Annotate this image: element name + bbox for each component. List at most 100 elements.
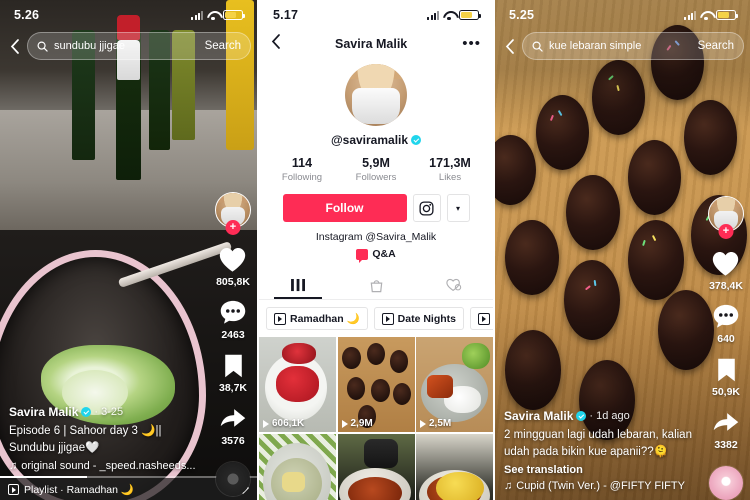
comment-count: 640 <box>717 333 735 345</box>
playlist-chip[interactable]: Date Nights <box>373 307 465 330</box>
search-query-text: kue lebaran simple <box>549 40 642 52</box>
grid-item[interactable]: 6,8M <box>337 433 415 500</box>
playlist-icon <box>381 312 394 325</box>
bookmark-icon <box>710 354 743 385</box>
qa-icon <box>356 248 369 263</box>
caption-text: Episode 6 | Sahoor day 3 🌙|| Sundubu jji… <box>9 425 162 454</box>
search-button[interactable]: Search <box>201 40 241 52</box>
share-count: 3382 <box>714 439 738 451</box>
music-disc[interactable] <box>709 466 743 500</box>
share-button[interactable]: 3576 <box>217 403 250 447</box>
music-row[interactable]: ♫ original sound - _speed.nasheeds... <box>9 460 199 472</box>
status-icons <box>684 10 738 21</box>
search-input[interactable]: kue lebaran simple Search <box>522 32 744 60</box>
profile-avatar[interactable] <box>345 64 407 126</box>
music-row[interactable]: ♫ Cupid (Twin Ver.) - @FIFTY FIFTY <box>504 480 692 492</box>
three-phone-screenshots: 5.26 sundubu jjigae Search + 805,8K 2463… <box>0 0 750 500</box>
qa-link[interactable]: Q&A <box>259 248 493 263</box>
post-date: · 3-25 <box>94 406 124 419</box>
caption-author-row[interactable]: Savira Malik · 1d ago <box>504 409 692 423</box>
grid-item[interactable]: 4,9M <box>416 433 493 500</box>
share-button[interactable]: 3382 <box>710 407 743 451</box>
playlist-chip[interactable]: Ramadhan 🌙 <box>266 307 368 330</box>
author-name: Savira Malik <box>504 409 574 424</box>
stat-followers[interactable]: 5,9M Followers <box>339 156 413 183</box>
status-time: 5.25 <box>509 8 535 22</box>
playlist-chip-label: Ramadhan 🌙 <box>290 313 360 325</box>
stat-likes[interactable]: 171,3M Likes <box>413 156 487 183</box>
followers-count: 5,9M <box>362 156 390 170</box>
music-disc[interactable] <box>216 462 250 496</box>
stat-following[interactable]: 114 Following <box>265 156 339 183</box>
tab-shop[interactable] <box>337 271 415 299</box>
post-date: · 1d ago <box>589 410 630 423</box>
status-bar: 5.25 <box>495 0 750 30</box>
grid-item[interactable]: 2,5M <box>416 337 493 432</box>
signal-icon <box>684 10 696 20</box>
creator-avatar[interactable]: + <box>215 192 251 235</box>
music-note-icon: ♫ <box>9 460 18 472</box>
wifi-icon <box>207 11 219 21</box>
search-input[interactable]: sundubu jjigae Search <box>27 32 251 60</box>
like-count: 805,8K <box>216 276 250 288</box>
wifi-icon <box>443 11 455 21</box>
tab-videos[interactable] <box>259 271 337 299</box>
grid-item[interactable]: 2,9M <box>337 337 415 432</box>
playlist-label: Playlist · Ramadhan 🌙 <box>24 483 134 496</box>
instagram-link[interactable]: Instagram @Savira_Malik <box>259 231 493 243</box>
verified-badge-icon <box>81 407 92 418</box>
action-rail: + 378,4K 640 50,9K 3382 <box>708 196 744 500</box>
back-chevron-icon[interactable] <box>271 34 280 54</box>
tab-liked[interactable] <box>415 271 493 299</box>
play-icon <box>263 419 269 428</box>
following-label: Following <box>281 172 323 183</box>
view-count: 2,9M <box>350 418 373 429</box>
more-options-icon[interactable]: ••• <box>462 36 481 51</box>
creator-avatar[interactable]: + <box>708 196 744 239</box>
instagram-button[interactable] <box>412 194 441 222</box>
grid-icon <box>290 278 305 291</box>
grid-item[interactable]: 2,5M <box>259 433 336 500</box>
video-grid: 606,1K 2,9M 2,5M <box>259 337 493 500</box>
profile-tabs <box>259 271 493 300</box>
search-query-text: sundubu jjigae <box>54 40 125 52</box>
follow-plus-button[interactable]: + <box>718 224 734 239</box>
bookmark-count: 50,9K <box>711 386 741 398</box>
playlist-chip[interactable]: March <box>470 307 493 330</box>
comment-button[interactable]: 640 <box>710 301 743 345</box>
signal-icon <box>191 10 203 20</box>
see-translation-link[interactable]: See translation <box>504 464 692 476</box>
liked-heart-icon <box>446 278 462 292</box>
shopping-bag-icon <box>370 279 382 292</box>
like-button[interactable]: 805,8K <box>216 244 250 288</box>
comment-button[interactable]: 2463 <box>217 297 250 341</box>
panel-video-left: 5.26 sundubu jjigae Search + 805,8K 2463… <box>0 0 257 500</box>
bookmark-button[interactable]: 50,9K <box>710 354 743 398</box>
grid-item[interactable]: 606,1K <box>259 337 336 432</box>
qa-label: Q&A <box>372 248 396 260</box>
bookmark-button[interactable]: 38,7K <box>217 350 250 394</box>
share-icon <box>217 403 250 434</box>
followers-label: Followers <box>355 172 397 183</box>
search-button[interactable]: Search <box>694 40 734 52</box>
caption-text: 2 mingguan lagi udah lebaran, kalian uda… <box>504 429 692 458</box>
more-actions-button[interactable]: ▾ <box>446 194 470 222</box>
battery-icon <box>716 10 738 20</box>
back-chevron-icon[interactable] <box>6 38 22 54</box>
search-icon <box>37 41 48 52</box>
follow-button[interactable]: Follow <box>282 194 407 222</box>
comment-count: 2463 <box>221 329 245 341</box>
chevron-down-icon: ▾ <box>455 203 460 213</box>
battery-icon <box>223 10 245 20</box>
caption-author-row[interactable]: Savira Malik · 3-25 <box>9 405 199 419</box>
back-chevron-icon[interactable] <box>501 38 517 54</box>
status-icons <box>427 10 481 21</box>
panel-profile-middle: 5.17 Savira Malik ••• @saviramalik 114 F… <box>259 0 493 500</box>
profile-handle-row: @saviramalik <box>259 133 493 147</box>
likes-label: Likes <box>438 172 462 183</box>
music-note-icon: ♫ <box>504 480 513 492</box>
playlist-icon <box>8 483 19 495</box>
status-icons <box>191 10 245 21</box>
follow-plus-button[interactable]: + <box>225 220 241 235</box>
like-button[interactable]: 378,4K <box>709 248 743 292</box>
